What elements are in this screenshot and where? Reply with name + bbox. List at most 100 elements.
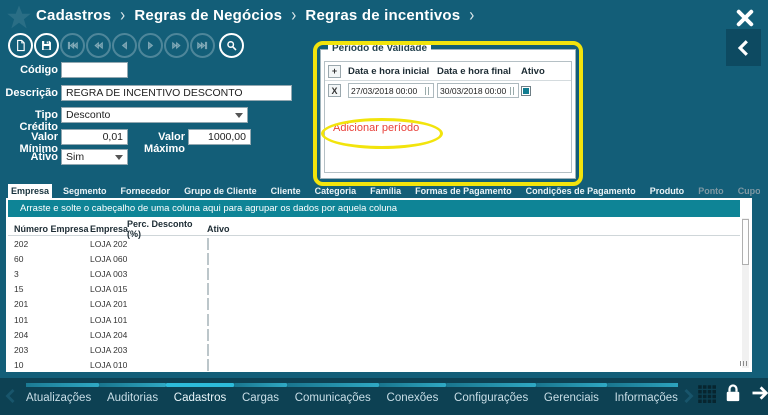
search-button[interactable] [219,33,244,58]
lock-icon[interactable] [723,383,743,403]
cell-ativo-checkbox[interactable] [207,343,209,356]
validity-grid-header: + Data e hora inicial Data e hora final Ati… [325,62,571,81]
new-record-button[interactable] [8,33,33,58]
panel-collapse-button[interactable] [726,29,761,66]
tab-grupo-de-cliente[interactable]: Grupo de Cliente [181,184,260,198]
breadcrumb-item[interactable]: Cadastros [36,7,111,24]
cell-numero-empresa: 15 [14,284,24,295]
nav-item-conex-es[interactable]: Conexões [378,383,447,404]
fast-backward-button[interactable] [86,33,111,58]
exit-icon[interactable] [750,383,768,403]
table-row[interactable]: 15 LOJA 015 [8,282,740,297]
tab-bar: Empresa Segmento Fornecedor Grupo de Client… [8,184,760,198]
nav-item-comunica-es[interactable]: Comunicações [286,383,379,404]
cell-ativo-checkbox[interactable] [207,359,209,372]
delete-period-button[interactable]: X [328,84,341,97]
tab-cupom-promocional: Cupom Promocional [737,186,760,196]
close-button[interactable] [733,6,757,30]
grid-column-header[interactable]: Empresa [90,224,128,234]
breadcrumb-separator-icon: › [469,4,475,27]
tab-fam-lia[interactable]: Família [367,184,404,198]
grid-column-header[interactable]: Ativo [207,224,247,234]
nav-item-gerenciais[interactable]: Gerenciais [535,383,607,404]
valor-maximo-input[interactable] [188,129,251,145]
end-date-input[interactable]: 30/03/2018 00:00 [437,83,519,98]
checkmark-fill [523,87,529,94]
nav-scroll-right-button[interactable] [680,386,696,406]
descricao-input[interactable] [61,85,292,101]
table-row[interactable]: 3 LOJA 003 [8,266,740,281]
grid-header-row: Número Empresa Empresa Perc. Desconto (%) A… [8,219,740,239]
table-row[interactable]: 204 LOJA 204 [8,327,740,342]
nav-scroll-left-button[interactable] [3,386,19,406]
validity-grid: + Data e hora inicial Data e hora final Ati… [324,61,572,173]
nav-item-informa-es[interactable]: Informações [606,383,678,404]
fast-forward-button[interactable] [164,33,189,58]
nav-item-label: Gerenciais [543,392,599,404]
cell-empresa: LOJA 203 [90,344,128,355]
group-by-banner[interactable]: Arraste e solte o cabeçalho de uma colun… [8,200,740,217]
table-row[interactable]: 10 LOJA 010 [8,358,740,373]
previous-record-icon [118,39,131,52]
start-date-input[interactable]: 27/03/2018 00:00 [348,83,434,98]
tab-cliente[interactable]: Cliente [268,184,304,198]
breadcrumb-item[interactable]: Regras de incentivos [305,7,460,24]
ativo-select[interactable]: Sim [61,149,128,165]
nav-item-configura-es[interactable]: Configurações [446,383,537,404]
scrollbar-thumb[interactable] [742,219,749,265]
cell-ativo-checkbox[interactable] [207,313,209,326]
tab-empresa[interactable]: Empresa [8,184,53,198]
validity-grid-body: X 27/03/2018 00:00 30/03/2018 00:00 [325,81,571,100]
table-row[interactable]: 60 LOJA 060 [8,251,740,266]
ativo-value: Sim [66,151,85,163]
tipo-credito-select[interactable]: Desconto [61,107,248,123]
table-row[interactable]: 101 LOJA 101 [8,312,740,327]
breadcrumb-item[interactable]: Regras de Negócios [134,7,282,24]
cell-ativo-checkbox[interactable] [207,298,209,311]
save-button[interactable] [34,33,59,58]
cell-empresa: LOJA 202 [90,238,128,249]
period-active-checkbox[interactable] [521,85,531,96]
nav-item-label: Atualizações [26,392,92,404]
last-record-button[interactable] [190,33,215,58]
cell-ativo-checkbox[interactable] [207,252,209,265]
chevron-left-icon [735,39,753,57]
table-row[interactable]: 203 LOJA 203 [8,342,740,357]
add-period-row-button[interactable]: + [328,64,341,78]
cell-ativo-checkbox[interactable] [207,267,209,280]
previous-record-button[interactable] [112,33,137,58]
tab-categoria[interactable]: Categoria [312,184,360,198]
cell-ativo-checkbox[interactable] [207,237,209,250]
codigo-input[interactable] [61,62,128,78]
vertical-scrollbar[interactable] [742,218,749,368]
cell-numero-empresa: 202 [14,238,29,249]
tab-segmento[interactable]: Segmento [60,184,110,198]
first-record-button[interactable] [60,33,85,58]
tab-produto[interactable]: Produto [647,184,688,198]
app-grid-icon[interactable] [697,384,716,403]
tab-condi-es-de-pagamento[interactable]: Condições de Pagamento [523,184,639,198]
table-row[interactable]: 201 LOJA 201 [8,297,740,312]
breadcrumb: Cadastros › Regras de Negócios › Regras de i… [36,4,475,27]
grid-column-header[interactable]: Número Empresa [14,224,90,234]
next-record-button[interactable] [138,33,163,58]
tab-fornecedor[interactable]: Fornecedor [118,184,174,198]
cell-numero-empresa: 204 [14,329,29,340]
column-header-end: Data e hora final [437,65,511,77]
resize-grip[interactable] [740,361,749,366]
favorite-star-icon[interactable] [5,3,33,31]
valor-minimo-input[interactable] [61,129,128,145]
descricao-label: Descrição [5,87,58,99]
table-row[interactable]: 202 LOJA 202 [8,236,740,251]
nav-item-label: Comunicações [294,392,371,404]
cell-ativo-checkbox[interactable] [207,328,209,341]
nav-item-cargas[interactable]: Cargas [233,383,288,404]
tab-formas-de-pagamento[interactable]: Formas de Pagamento [412,184,515,198]
cell-ativo-checkbox[interactable] [207,283,209,296]
nav-item-auditorias[interactable]: Auditorias [98,383,167,404]
cell-empresa: LOJA 201 [90,299,128,310]
add-period-link[interactable]: Adicionar período [333,122,419,134]
nav-item-indicator [26,383,100,387]
nav-item-cadastros[interactable]: Cadastros [165,383,235,404]
nav-item-atualiza-es[interactable]: Atualizações [26,383,100,404]
